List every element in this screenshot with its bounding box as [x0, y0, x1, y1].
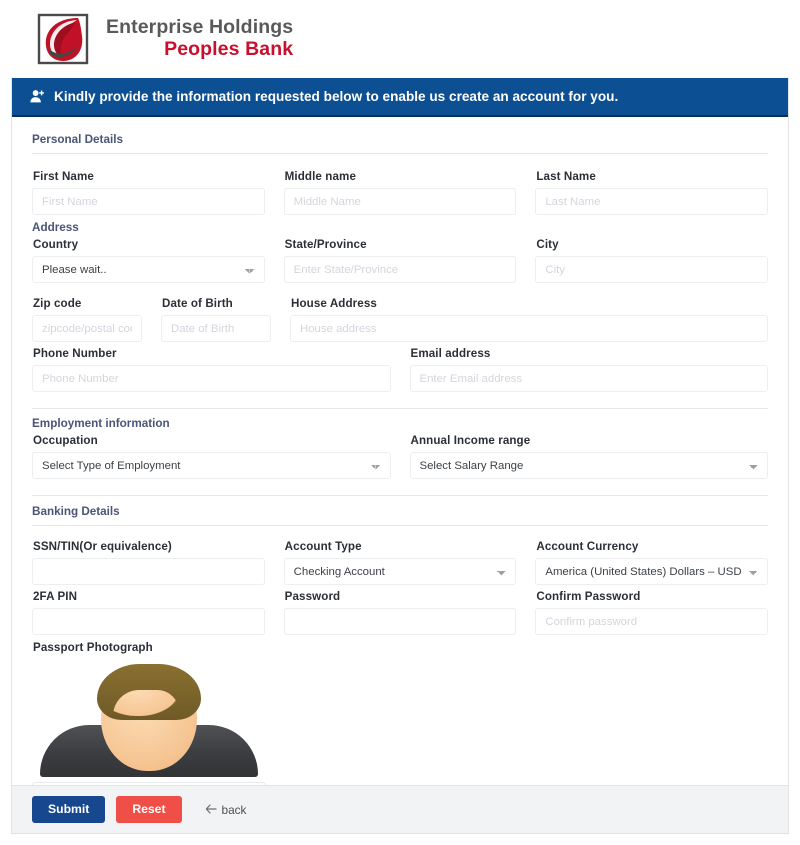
state-input[interactable]: [283, 256, 517, 283]
banner-text: Kindly provide the information requested…: [54, 89, 619, 104]
label-phone: Phone Number: [33, 347, 117, 360]
divider: [32, 495, 768, 496]
field-zip: Zip code: [32, 293, 142, 342]
field-phone: Phone Number: [32, 343, 391, 392]
arrow-left-icon: [205, 803, 217, 817]
field-first-name: First Name: [32, 166, 265, 215]
divider: [32, 408, 768, 409]
field-2fa-pin: 2FA PIN: [32, 586, 265, 635]
confirm-password-input[interactable]: [535, 608, 769, 635]
label-account-type: Account Type: [284, 540, 362, 553]
label-password: Password: [284, 590, 341, 603]
field-email: Email address: [409, 343, 768, 392]
field-middle-name: Middle name: [283, 166, 517, 215]
label-dob: Date of Birth: [162, 297, 233, 310]
middle-name-input[interactable]: [283, 188, 517, 215]
section-heading-employment: Employment information: [32, 417, 170, 430]
field-state: State/Province: [283, 234, 517, 283]
field-ssn: SSN/TIN(Or equivalence): [32, 536, 265, 585]
first-name-input[interactable]: [32, 188, 265, 215]
label-last-name: Last Name: [536, 170, 596, 183]
instruction-banner: Kindly provide the information requested…: [12, 78, 788, 117]
passport-photo-block: Durchsuchen... Keine Datei ausgewählt.: [32, 659, 266, 785]
divider: [32, 525, 768, 526]
occupation-select[interactable]: Select Type of Employment: [32, 452, 391, 479]
brand-text: Enterprise Holdings Peoples Bank: [106, 16, 294, 61]
account-type-select[interactable]: Checking Account: [283, 558, 517, 585]
income-select[interactable]: Select Salary Range: [409, 452, 768, 479]
email-input[interactable]: [409, 365, 768, 392]
divider: [32, 153, 768, 154]
label-ssn: SSN/TIN(Or equivalence): [33, 540, 172, 553]
field-country: Country Please wait..: [32, 234, 265, 283]
form-footer: Submit Reset back: [12, 785, 788, 833]
field-dob: Date of Birth: [161, 293, 271, 342]
section-heading-banking: Banking Details: [32, 505, 120, 518]
registration-card: Kindly provide the information requested…: [11, 78, 789, 834]
field-account-type: Account Type Checking Account: [283, 536, 517, 585]
label-house-address: House Address: [291, 297, 377, 310]
dob-input[interactable]: [161, 315, 271, 342]
last-name-input[interactable]: [535, 188, 769, 215]
ssn-input[interactable]: [32, 558, 265, 585]
field-last-name: Last Name: [535, 166, 769, 215]
submit-button[interactable]: Submit: [32, 795, 106, 824]
zip-input[interactable]: [32, 315, 142, 342]
account-currency-select[interactable]: America (United States) Dollars – USD: [535, 558, 769, 585]
label-confirm-password: Confirm Password: [536, 590, 641, 603]
label-first-name: First Name: [33, 170, 94, 183]
password-input[interactable]: [283, 608, 517, 635]
label-account-currency: Account Currency: [536, 540, 639, 553]
label-city: City: [536, 238, 559, 251]
field-account-currency: Account Currency America (United States)…: [535, 536, 769, 585]
label-occupation: Occupation: [33, 434, 98, 447]
user-plus-icon: [30, 89, 45, 104]
phone-input[interactable]: [32, 365, 391, 392]
label-income: Annual Income range: [410, 434, 531, 447]
avatar-hair: [97, 664, 201, 720]
label-state: State/Province: [284, 238, 367, 251]
field-income: Annual Income range Select Salary Range: [409, 430, 768, 479]
brand-line-2: Peoples Bank: [164, 38, 294, 60]
label-middle-name: Middle name: [284, 170, 356, 183]
house-address-input[interactable]: [290, 315, 768, 342]
field-house-address: House Address: [290, 293, 768, 342]
field-city: City: [535, 234, 769, 283]
country-select[interactable]: Please wait..: [32, 256, 265, 283]
2fa-pin-input[interactable]: [32, 608, 265, 635]
site-header: Enterprise Holdings Peoples Bank: [0, 0, 800, 78]
brand-line-1: Enterprise Holdings: [106, 16, 294, 39]
label-email: Email address: [410, 347, 491, 360]
registration-form: Personal Details First Name Middle name …: [12, 117, 788, 785]
brand-logo[interactable]: Enterprise Holdings Peoples Bank: [34, 10, 293, 68]
field-confirm-password: Confirm Password: [535, 586, 769, 635]
default-person-avatar-icon: [32, 659, 266, 777]
section-heading-personal: Personal Details: [32, 133, 123, 146]
city-input[interactable]: [535, 256, 769, 283]
field-password: Password: [283, 586, 517, 635]
label-country: Country: [33, 238, 79, 251]
back-link[interactable]: back: [205, 802, 247, 817]
red-leaf-square-logo-icon: [34, 10, 92, 68]
section-heading-address: Address: [32, 221, 79, 234]
field-occupation: Occupation Select Type of Employment: [32, 430, 391, 479]
label-zip: Zip code: [33, 297, 82, 310]
label-2fa-pin: 2FA PIN: [33, 590, 78, 603]
back-label: back: [221, 802, 247, 817]
label-passport-photograph: Passport Photograph: [33, 641, 153, 654]
reset-button[interactable]: Reset: [116, 795, 182, 824]
